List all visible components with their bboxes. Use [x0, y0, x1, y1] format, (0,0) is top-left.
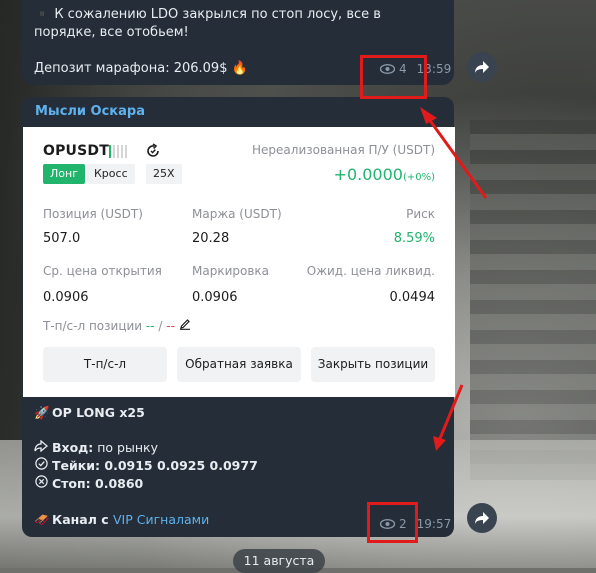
- arrow-line-down: [437, 384, 464, 442]
- arrow-head-up: [420, 107, 437, 124]
- arrow-head-down: [433, 436, 446, 451]
- arrow-line-up: [424, 114, 488, 199]
- date-separator: 11 августа: [233, 549, 325, 573]
- annotation-arrows: [420, 107, 488, 451]
